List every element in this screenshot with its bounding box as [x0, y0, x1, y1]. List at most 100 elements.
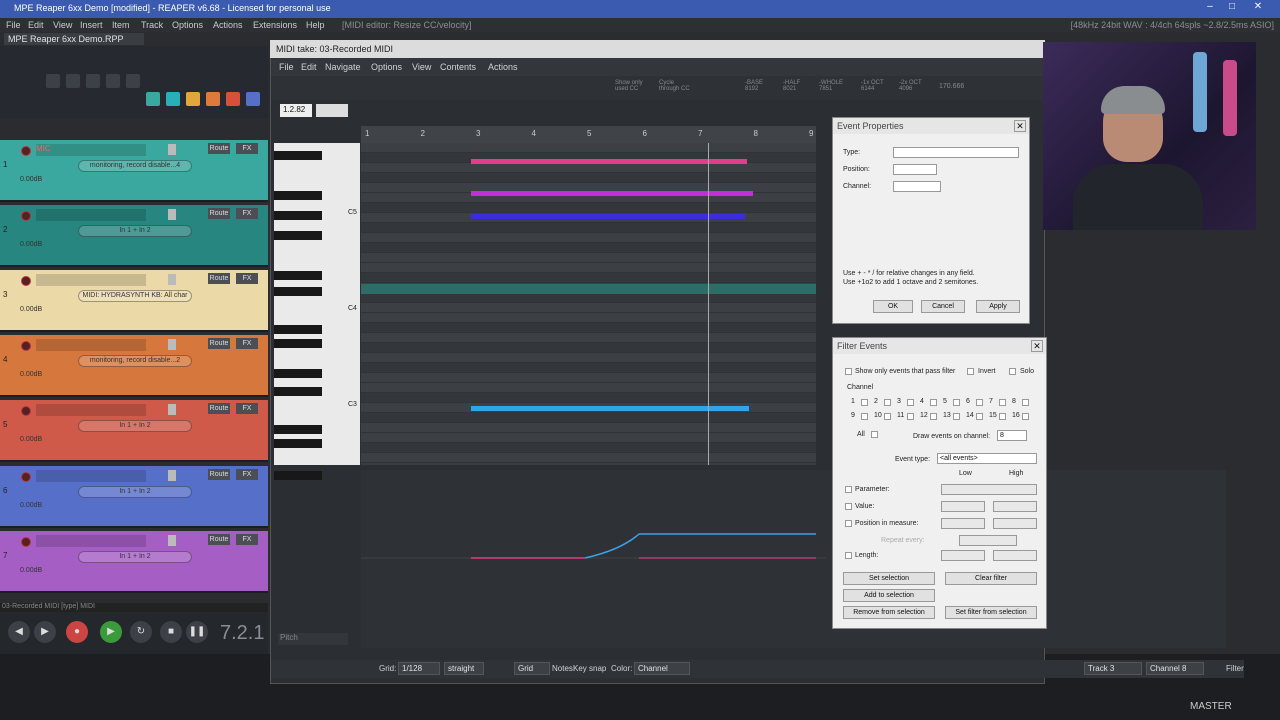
toolbar-color-teal[interactable]	[146, 92, 160, 106]
route-button[interactable]: Route	[208, 338, 230, 349]
parameter-checkbox[interactable]	[845, 486, 852, 493]
record-arm-icon[interactable]	[21, 472, 31, 482]
fx-button[interactable]: FX	[236, 208, 258, 219]
channel-checkbox[interactable]	[1022, 399, 1029, 406]
route-button[interactable]: Route	[208, 273, 230, 284]
toolbar-button[interactable]	[46, 74, 60, 88]
play-button[interactable]: ▶	[100, 621, 122, 643]
channel-checkbox[interactable]	[930, 413, 937, 420]
midi-menu-contents[interactable]: Contents	[440, 62, 476, 72]
record-arm-icon[interactable]	[21, 146, 31, 156]
black-key[interactable]	[274, 287, 322, 296]
fx-button[interactable]: FX	[236, 143, 258, 154]
close-icon[interactable]: ✕	[1014, 120, 1026, 132]
channel-checkbox[interactable]	[861, 399, 868, 406]
channel-checkbox[interactable]	[953, 399, 960, 406]
menu-extensions[interactable]: Extensions	[253, 20, 297, 30]
track-6[interactable]: 6 Route FX In 1 + In 2 0.00dB	[0, 466, 268, 528]
event-type-select[interactable]: <all events>	[937, 453, 1037, 464]
route-button[interactable]: Route	[208, 403, 230, 414]
toolbar-color-red[interactable]	[226, 92, 240, 106]
channel-checkbox[interactable]	[884, 399, 891, 406]
black-key[interactable]	[274, 339, 322, 348]
black-key[interactable]	[274, 211, 322, 220]
track-name[interactable]: MIC	[36, 144, 146, 156]
channel-select[interactable]: Channel 8	[1146, 662, 1204, 675]
length-checkbox[interactable]	[845, 552, 852, 559]
maximize-icon[interactable]: □	[1222, 1, 1242, 15]
black-key[interactable]	[274, 369, 322, 378]
track-7[interactable]: 7 Route FX In 1 + In 2 0.00dB	[0, 531, 268, 593]
length-low-select[interactable]	[941, 550, 985, 561]
midi-menu-edit[interactable]: Edit	[301, 62, 317, 72]
track-3[interactable]: 3 Route FX MIDI: HYDRASYNTH KB: All char 0.0…	[0, 270, 268, 332]
go-end-icon[interactable]: ▶	[34, 621, 56, 643]
volume-fader[interactable]	[168, 144, 176, 155]
channel-checkbox[interactable]	[953, 413, 960, 420]
midi-menu-actions[interactable]: Actions	[488, 62, 518, 72]
route-button[interactable]: Route	[208, 469, 230, 480]
volume-fader[interactable]	[168, 470, 176, 481]
track-name[interactable]	[36, 404, 146, 416]
channel-checkbox[interactable]	[999, 413, 1006, 420]
menu-file[interactable]: File	[6, 20, 21, 30]
ok-button[interactable]: OK	[873, 300, 913, 313]
pause-button[interactable]: ❚❚	[186, 621, 208, 643]
track-2[interactable]: 2 Route FX In 1 + In 2 0.00dB	[0, 205, 268, 267]
show-only-checkbox[interactable]	[845, 368, 852, 375]
record-arm-icon[interactable]	[21, 276, 31, 286]
fx-button[interactable]: FX	[236, 469, 258, 480]
black-key[interactable]	[274, 325, 322, 334]
black-key[interactable]	[274, 231, 322, 240]
track-name[interactable]	[36, 209, 146, 221]
clear-filter-button[interactable]: Clear filter	[945, 572, 1037, 585]
black-key[interactable]	[274, 471, 322, 480]
set-filter-from-selection-button[interactable]: Set filter from selection	[945, 606, 1037, 619]
filter-label[interactable]: Filter	[1226, 664, 1244, 673]
route-button[interactable]: Route	[208, 143, 230, 154]
channel-checkbox[interactable]	[884, 413, 891, 420]
channel-checkbox[interactable]	[930, 399, 937, 406]
midi-ruler[interactable]: 1 2 3 4 5 6 7 8 9	[361, 126, 816, 143]
piano-roll-grid[interactable]	[361, 143, 816, 465]
record-arm-icon[interactable]	[21, 406, 31, 416]
track-select[interactable]: Track 3	[1084, 662, 1142, 675]
toolbar-button[interactable]	[126, 74, 140, 88]
midi-menu-options[interactable]: Options	[371, 62, 402, 72]
project-tab[interactable]: MPE Reaper 6xx Demo.RPP	[4, 33, 144, 45]
close-icon[interactable]: ✕	[1031, 340, 1043, 352]
channel-checkbox[interactable]	[861, 413, 868, 420]
fx-button[interactable]: FX	[236, 534, 258, 545]
repeat-icon[interactable]: ↻	[130, 621, 152, 643]
menu-view[interactable]: View	[53, 20, 72, 30]
length-high-select[interactable]	[993, 550, 1037, 561]
midi-note[interactable]	[471, 159, 747, 164]
length-field[interactable]	[316, 104, 348, 117]
midi-note[interactable]	[471, 191, 753, 196]
channel-checkbox[interactable]	[976, 413, 983, 420]
track-name[interactable]	[36, 470, 146, 482]
volume-fader[interactable]	[168, 274, 176, 285]
channel-checkbox[interactable]	[999, 399, 1006, 406]
volume-fader[interactable]	[168, 404, 176, 415]
remove-from-selection-button[interactable]: Remove from selection	[843, 606, 935, 619]
menu-edit[interactable]: Edit	[28, 20, 44, 30]
value-low-input[interactable]	[941, 501, 985, 512]
midi-menu-navigate[interactable]: Navigate	[325, 62, 361, 72]
toolbar-button[interactable]	[86, 74, 100, 88]
swing-select[interactable]: straight	[444, 662, 484, 675]
go-start-icon[interactable]: ◀	[8, 621, 30, 643]
track-input[interactable]: In 1 + In 2	[78, 486, 192, 498]
menu-track[interactable]: Track	[141, 20, 163, 30]
color-select[interactable]: Channel	[634, 662, 690, 675]
track-name[interactable]	[36, 535, 146, 547]
channel-checkbox[interactable]	[907, 399, 914, 406]
solo-checkbox[interactable]	[1009, 368, 1016, 375]
black-key[interactable]	[274, 271, 322, 280]
parameter-select[interactable]	[941, 484, 1037, 495]
black-key[interactable]	[274, 439, 322, 448]
set-selection-button[interactable]: Set selection	[843, 572, 935, 585]
channel-select[interactable]	[893, 181, 941, 192]
value-high-input[interactable]	[993, 501, 1037, 512]
fx-button[interactable]: FX	[236, 273, 258, 284]
